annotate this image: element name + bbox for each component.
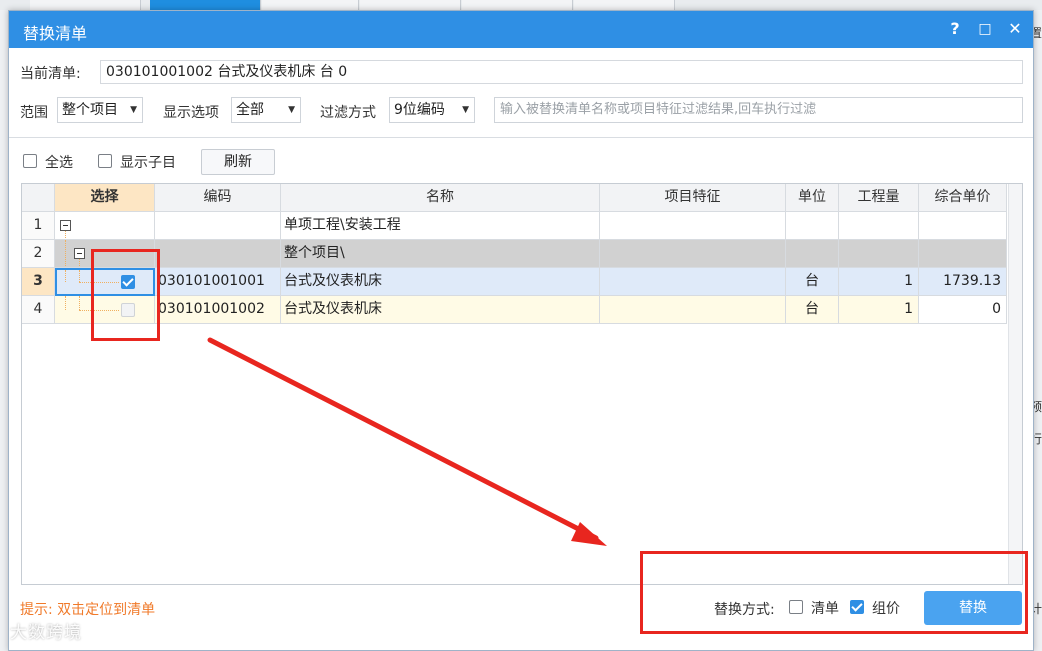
watermark: 大数跨境 <box>10 623 82 643</box>
annotation-arrow-icon <box>207 337 607 546</box>
